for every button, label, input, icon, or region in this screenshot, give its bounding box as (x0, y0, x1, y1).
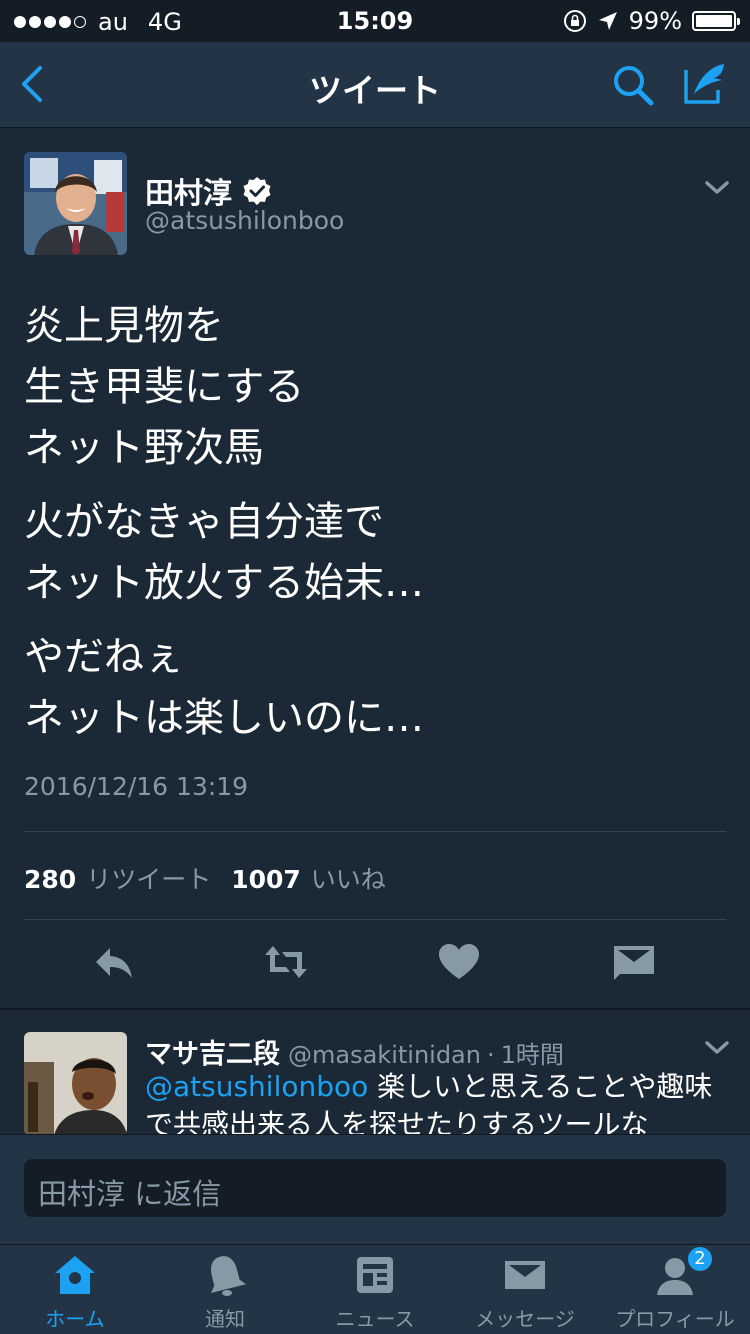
reply-mention-link[interactable]: @atsushilonboo (145, 1070, 368, 1103)
tab-profile[interactable]: 2 プロフィール (600, 1245, 750, 1334)
reply-author-avatar[interactable] (24, 1032, 127, 1134)
tweet-actions (0, 928, 750, 998)
orientation-lock-icon (563, 10, 586, 32)
reply-icon[interactable] (92, 942, 136, 982)
tweet-line: 火がなきゃ自分達で (24, 499, 384, 545)
tweet-line: ネット野次馬 (24, 425, 264, 471)
envelope-icon (505, 1261, 545, 1289)
chevron-down-icon[interactable] (704, 180, 730, 196)
author-handle[interactable]: @atsushilonboo (145, 206, 344, 235)
verified-badge-icon (243, 177, 271, 205)
tab-notifications[interactable]: 通知 (150, 1245, 300, 1334)
reply-tweet[interactable]: マサ吉二段 @masakitinidan · 1時間 @atsushilonboo 楽… (0, 1010, 750, 1134)
tweet-line: 生き甲斐にする (24, 364, 305, 410)
status-bar: au 4G 15:09 99% (0, 0, 750, 42)
retweet-icon[interactable] (264, 942, 308, 982)
retweet-count-label[interactable]: リツイート (86, 860, 211, 896)
direct-message-icon[interactable] (612, 942, 656, 982)
engagement-counts: 280 リツイート 1007 いいね (24, 860, 406, 896)
navigation-bar: ツイート (0, 42, 750, 128)
reply-meta-separator: · (486, 1041, 495, 1069)
author-avatar[interactable] (24, 152, 127, 255)
tab-news[interactable]: ニュース (300, 1245, 450, 1334)
tab-label: メッセージ (475, 1307, 575, 1331)
reply-input[interactable]: 田村淳 に返信 (24, 1159, 726, 1217)
reply-author-name[interactable]: マサ吉二段 (145, 1039, 280, 1070)
reply-composer-bar: 田村淳 に返信 (0, 1134, 750, 1244)
tweet-line: ネット放火する始末… (24, 560, 424, 606)
home-icon (55, 1256, 95, 1294)
tab-home[interactable]: ホーム (0, 1245, 150, 1334)
divider (24, 919, 726, 920)
notification-badge: 2 (686, 1245, 714, 1273)
news-icon (357, 1257, 393, 1293)
heart-icon[interactable] (437, 942, 481, 982)
tweet-line: 炎上見物を (24, 303, 224, 349)
tweet-paragraph: やだねぇ ネットは楽しいのに… (24, 627, 724, 749)
tab-bar: ホーム 通知 ニュース メッセージ 2 プロフィール (0, 1244, 750, 1334)
tweet-timestamp: 2016/12/16 13:19 (24, 772, 249, 801)
tweet-text: 炎上見物を 生き甲斐にする ネット野次馬 火がなきゃ自分達で ネット放火する始末… (24, 296, 724, 762)
reply-header: マサ吉二段 @masakitinidan · 1時間 (145, 1032, 564, 1071)
tweet-detail: 田村淳 @atsushilonboo 炎上見物を 生き甲斐にする ネット野次馬 … (0, 128, 750, 1008)
search-icon[interactable] (610, 62, 656, 108)
tweet-line: ネットは楽しいのに… (24, 695, 424, 741)
retweet-count[interactable]: 280 (24, 865, 76, 894)
chevron-down-icon[interactable] (704, 1040, 730, 1056)
tab-label: ホーム (45, 1307, 105, 1331)
divider (24, 831, 726, 832)
battery-percent: 99% (628, 7, 682, 35)
like-count-label[interactable]: いいね (311, 860, 386, 896)
tweet-line: やだねぇ (24, 634, 184, 680)
battery-icon (692, 11, 740, 31)
reply-author-handle[interactable]: @masakitinidan (288, 1041, 481, 1069)
tweet-paragraph: 炎上見物を 生き甲斐にする ネット野次馬 (24, 296, 724, 479)
compose-icon[interactable] (682, 60, 728, 106)
reply-time: 1時間 (500, 1041, 564, 1069)
tweet-paragraph: 火がなきゃ自分達で ネット放火する始末… (24, 492, 724, 614)
tab-label: プロフィール (615, 1307, 735, 1331)
tab-label: 通知 (205, 1307, 245, 1331)
reply-text: @atsushilonboo 楽しいと思えることや趣味で共感出来る人を探せたりす… (145, 1068, 725, 1134)
tab-label: ニュース (335, 1307, 415, 1331)
tab-messages[interactable]: メッセージ (450, 1245, 600, 1334)
like-count[interactable]: 1007 (231, 865, 301, 894)
bell-icon (210, 1256, 246, 1296)
location-arrow-icon (598, 12, 617, 30)
